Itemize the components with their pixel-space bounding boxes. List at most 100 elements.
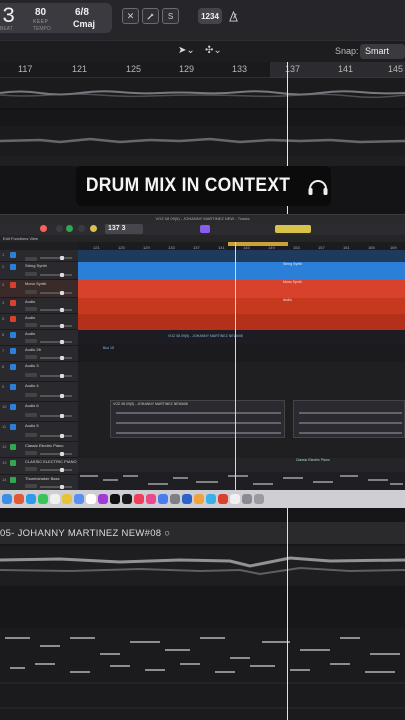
region-electric-piano[interactable]: Classic Electric Piano: [78, 458, 405, 472]
inset-playhead[interactable]: [235, 242, 236, 490]
lcd-time-signature[interactable]: 6/8: [75, 7, 89, 18]
appstore-icon[interactable]: [74, 494, 84, 504]
track-header[interactable]: 8 Audio 3: [0, 362, 78, 382]
track-header[interactable]: 10 Audio 6: [0, 402, 78, 422]
track-volume-fader[interactable]: [40, 374, 72, 378]
lcd-display[interactable]: 3 BEAT 80 KEEP TEMPO 6/8 Cmaj: [0, 3, 112, 33]
track-lane[interactable]: [0, 156, 405, 166]
track-lane[interactable]: [0, 78, 405, 108]
region-string-synth[interactable]: String Synth: [78, 262, 405, 280]
track-volume-fader[interactable]: [40, 485, 72, 489]
track-lane[interactable]: [0, 126, 405, 156]
mute-solo-buttons[interactable]: [25, 339, 37, 343]
inset-local-menu[interactable]: Edit Functions View: [0, 235, 405, 242]
master-volume-slider[interactable]: [275, 225, 311, 233]
inset-cycle-bar[interactable]: [228, 242, 288, 246]
track-volume-fader[interactable]: [40, 468, 72, 472]
track-volume-fader[interactable]: [40, 291, 72, 295]
logic-icon[interactable]: [110, 494, 120, 504]
track-name[interactable]: Thumbshaker Bass: [25, 476, 59, 481]
track-volume-fader[interactable]: [40, 308, 72, 312]
region-voz-audio[interactable]: VOZ 08 09(5) - JOHANNY MARTINEZ NEW#08: [110, 400, 285, 438]
mute-solo-buttons[interactable]: [25, 355, 37, 359]
launchpad-icon[interactable]: [14, 494, 24, 504]
inset-lcd[interactable]: 137 3: [105, 224, 143, 234]
solo-s-icon[interactable]: S: [162, 8, 179, 24]
track-header[interactable]: 11 Audio 5: [0, 422, 78, 442]
track-name[interactable]: Audio: [25, 315, 35, 320]
acrobat-icon[interactable]: [218, 494, 228, 504]
pencil-icon[interactable]: [142, 8, 159, 24]
count-in-button[interactable]: 1234: [198, 8, 222, 24]
appletv-icon[interactable]: [122, 494, 132, 504]
pages-icon[interactable]: [194, 494, 204, 504]
inset-ruler[interactable]: 121 125 129 133 137 141 145 149 153 157 …: [78, 242, 405, 250]
track-header[interactable]: 5 Audio: [0, 314, 78, 330]
messages-icon[interactable]: [38, 494, 48, 504]
smart-tempo-icon[interactable]: [200, 225, 210, 233]
bar-ruler[interactable]: 117 121 125 129 133 137 141 145: [0, 62, 405, 78]
track-volume-fader[interactable]: [40, 324, 72, 328]
region-midi-notes[interactable]: [78, 472, 405, 490]
track-volume-fader[interactable]: [40, 434, 72, 438]
midi-lane[interactable]: [0, 628, 405, 720]
photos-icon[interactable]: [86, 494, 96, 504]
play-button[interactable]: [66, 225, 73, 232]
track-name[interactable]: Audio 4: [25, 383, 39, 388]
zoom-icon[interactable]: [182, 494, 192, 504]
track-name[interactable]: Audio 3: [25, 363, 39, 368]
mute-solo-buttons[interactable]: [25, 373, 37, 377]
track-volume-fader[interactable]: [40, 452, 72, 456]
track-name[interactable]: Audio: [25, 299, 35, 304]
track-header[interactable]: 1: [0, 250, 78, 262]
preview-icon[interactable]: [206, 494, 216, 504]
region-voz-audio[interactable]: [293, 400, 405, 438]
mute-solo-buttons[interactable]: [25, 323, 37, 327]
track-header[interactable]: 7 Audio 26: [0, 346, 78, 362]
close-cross-icon[interactable]: ✕: [122, 8, 139, 24]
track-name[interactable]: Classic Electric Piano: [25, 443, 63, 448]
itunes-icon[interactable]: [146, 494, 156, 504]
settings-icon[interactable]: [170, 494, 180, 504]
track-volume-fader[interactable]: [40, 273, 72, 277]
mute-solo-buttons[interactable]: [25, 451, 37, 455]
track-name[interactable]: Audio 6: [25, 403, 39, 408]
playhead[interactable]: [287, 206, 288, 214]
mute-solo-buttons[interactable]: [25, 467, 37, 471]
audio-region-waveform[interactable]: [0, 546, 405, 586]
track-header[interactable]: 12 Classic Electric Piano: [0, 442, 78, 458]
track-header[interactable]: 4 Audio: [0, 298, 78, 314]
lane-audio[interactable]: Bus 15: [78, 344, 405, 362]
metronome-icon[interactable]: [225, 8, 242, 24]
downloads-icon[interactable]: [242, 494, 252, 504]
music-icon[interactable]: [134, 494, 144, 504]
podcasts-icon[interactable]: [98, 494, 108, 504]
track-header[interactable]: 13 CLASSIC ELECTRIC PIANO: [0, 458, 78, 475]
track-lane[interactable]: [0, 110, 405, 126]
track-volume-fader[interactable]: [40, 256, 72, 260]
cycle-button[interactable]: [90, 225, 97, 232]
record-button[interactable]: [40, 225, 47, 232]
lane-audio[interactable]: VOZ 08 09(5) - JOHANNY MARTINEZ NEW#08: [78, 330, 405, 344]
lcd-tempo[interactable]: 80: [35, 7, 46, 18]
mute-solo-buttons[interactable]: [25, 484, 37, 488]
mute-solo-buttons[interactable]: [25, 433, 37, 437]
track-name[interactable]: Audio 26: [25, 347, 41, 352]
track-header[interactable]: 14 Thumbshaker Bass: [0, 475, 78, 490]
textedit-icon[interactable]: [230, 494, 240, 504]
track-header[interactable]: 2 String Synth: [0, 262, 78, 280]
region-audio[interactable]: [78, 314, 405, 330]
stop-button[interactable]: [78, 225, 85, 232]
mute-solo-buttons[interactable]: [25, 272, 37, 276]
trash-icon[interactable]: [254, 494, 264, 504]
notes-icon[interactable]: [62, 494, 72, 504]
track-volume-fader[interactable]: [40, 414, 72, 418]
finder-icon[interactable]: [2, 494, 12, 504]
track-name[interactable]: String Synth: [25, 263, 47, 268]
track-header-selected[interactable]: 3 Mono Synth: [0, 280, 78, 298]
move-tool-icon[interactable]: ✣⌄: [205, 45, 222, 56]
rewind-button[interactable]: [56, 225, 63, 232]
calendar-icon[interactable]: [50, 494, 60, 504]
track-volume-fader[interactable]: [40, 340, 72, 344]
track-name[interactable]: Audio 5: [25, 423, 39, 428]
